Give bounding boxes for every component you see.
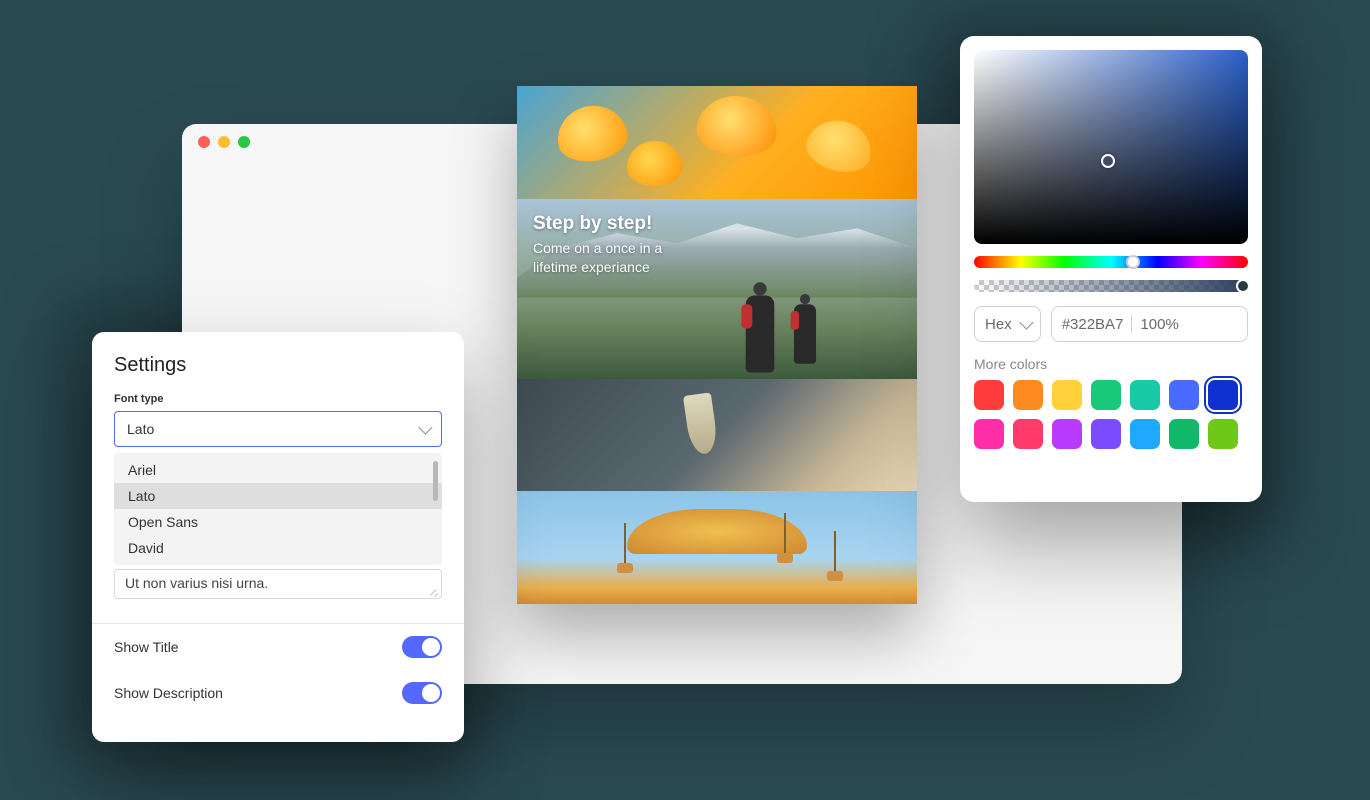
- color-swatch[interactable]: [1013, 419, 1043, 449]
- swing-icon: [617, 563, 633, 573]
- scrollbar[interactable]: [433, 461, 438, 501]
- show-description-row: Show Description: [114, 670, 442, 716]
- font-type-selected-value: Lato: [127, 421, 154, 437]
- color-swatch[interactable]: [1169, 380, 1199, 410]
- toggle-knob: [422, 638, 440, 656]
- color-swatch[interactable]: [974, 380, 1004, 410]
- divider: [1131, 315, 1132, 333]
- color-swatch[interactable]: [1169, 419, 1199, 449]
- show-description-label: Show Description: [114, 685, 223, 701]
- maximize-window-button[interactable]: [238, 136, 250, 148]
- font-type-label: Font type: [114, 393, 442, 405]
- color-swatch[interactable]: [1208, 380, 1238, 410]
- color-swatch[interactable]: [1091, 419, 1121, 449]
- gallery-tile-flowers[interactable]: [517, 86, 917, 199]
- show-title-toggle[interactable]: [402, 636, 442, 658]
- hex-value: #322BA7: [1062, 316, 1124, 333]
- color-swatch[interactable]: [1130, 419, 1160, 449]
- font-option-ariel[interactable]: Ariel: [114, 457, 442, 483]
- font-option-david[interactable]: David: [114, 535, 442, 561]
- alpha-knob[interactable]: [1236, 279, 1250, 293]
- image-list-preview: Step by step! Come on a once in a lifeti…: [517, 86, 917, 604]
- alpha-slider[interactable]: [974, 280, 1248, 292]
- color-format-value: Hex: [985, 316, 1012, 333]
- close-window-button[interactable]: [198, 136, 210, 148]
- carousel-icon: [627, 509, 807, 554]
- alpha-value: 100%: [1140, 316, 1178, 333]
- toggle-knob: [422, 684, 440, 702]
- color-swatch[interactable]: [1052, 419, 1082, 449]
- champagne-glass-icon: [683, 392, 719, 455]
- color-swatch[interactable]: [1052, 380, 1082, 410]
- show-title-label: Show Title: [114, 639, 179, 655]
- flower-icon: [695, 93, 780, 160]
- tile-overlay: Step by step! Come on a once in a lifeti…: [533, 213, 662, 277]
- color-swatch[interactable]: [1208, 419, 1238, 449]
- more-colors-label: More colors: [974, 356, 1248, 372]
- gallery-tile-carousel[interactable]: [517, 491, 917, 604]
- color-swatch[interactable]: [1013, 380, 1043, 410]
- color-input-row: Hex #322BA7 100%: [974, 306, 1248, 342]
- font-option-open-sans[interactable]: Open Sans: [114, 509, 442, 535]
- font-type-dropdown: Ariel Lato Open Sans David: [114, 453, 442, 565]
- hue-knob[interactable]: [1126, 255, 1140, 269]
- gallery-tile-hikers[interactable]: Step by step! Come on a once in a lifeti…: [517, 199, 917, 379]
- tile-subtitle-line: lifetime experiance: [533, 258, 662, 277]
- show-description-toggle[interactable]: [402, 682, 442, 704]
- swatch-grid: [974, 380, 1248, 449]
- tile-title: Step by step!: [533, 213, 662, 235]
- flower-icon: [553, 100, 631, 166]
- gallery-tile-toast[interactable]: [517, 379, 917, 492]
- description-textarea[interactable]: Ut non varius nisi urna.: [114, 569, 442, 599]
- swing-icon: [777, 553, 793, 563]
- font-type-select[interactable]: Lato: [114, 411, 442, 447]
- resize-handle-icon[interactable]: [429, 586, 439, 596]
- color-value-input[interactable]: #322BA7 100%: [1051, 306, 1248, 342]
- sv-cursor[interactable]: [1101, 154, 1115, 168]
- settings-panel: Settings Font type Lato Ariel Lato Open …: [92, 332, 464, 742]
- hiker-icon: [794, 304, 816, 364]
- color-picker-panel: Hex #322BA7 100% More colors: [960, 36, 1262, 502]
- color-swatch[interactable]: [1130, 380, 1160, 410]
- tile-subtitle-line: Come on a once in a: [533, 239, 662, 258]
- color-format-select[interactable]: Hex: [974, 306, 1041, 342]
- color-swatch[interactable]: [974, 419, 1004, 449]
- hue-slider[interactable]: [974, 256, 1248, 268]
- show-title-row: Show Title: [114, 624, 442, 670]
- flower-icon: [802, 113, 878, 178]
- chevron-down-icon: [418, 421, 432, 435]
- settings-title: Settings: [114, 354, 442, 377]
- hiker-icon: [746, 295, 775, 372]
- minimize-window-button[interactable]: [218, 136, 230, 148]
- description-value: Ut non varius nisi urna.: [125, 575, 268, 591]
- font-option-lato[interactable]: Lato: [114, 483, 442, 509]
- swing-icon: [827, 571, 843, 581]
- chevron-down-icon: [1019, 316, 1033, 330]
- flower-icon: [627, 141, 682, 186]
- saturation-value-area[interactable]: [974, 50, 1248, 244]
- color-swatch[interactable]: [1091, 380, 1121, 410]
